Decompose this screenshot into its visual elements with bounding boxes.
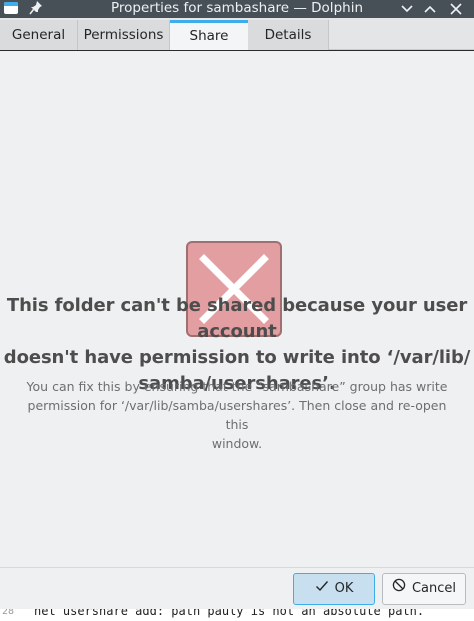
cancel-button[interactable]: Cancel: [382, 573, 466, 605]
chevron-down-icon: [401, 5, 413, 13]
close-icon: [450, 3, 462, 15]
share-tab-content: This folder can't be shared because your…: [0, 51, 474, 567]
terminal-output: net usershare add: path pauly is not an …: [34, 609, 425, 618]
tab-share[interactable]: Share: [170, 20, 248, 50]
tab-details[interactable]: Details: [248, 20, 329, 50]
tab-permissions[interactable]: Permissions: [78, 20, 170, 50]
tab-bar: General Permissions Share Details: [0, 18, 474, 50]
headline-line: doesn't have permission to write into ‘/…: [3, 347, 471, 368]
close-window-button[interactable]: [448, 1, 464, 17]
cancel-icon: [392, 574, 406, 604]
window-titlebar[interactable]: Properties for sambashare — Dolphin: [0, 0, 474, 18]
hint-line: window.: [211, 436, 263, 451]
headline-line: This folder can't be shared because your…: [6, 295, 468, 342]
hint-line: You can fix this by ensuring that the “s…: [26, 379, 448, 394]
hint-line: permission for ‘/var/lib/samba/usershare…: [27, 398, 447, 432]
terminal-line-number: 28: [2, 609, 15, 617]
ok-button-label: OK: [334, 581, 354, 596]
dialog-button-box: OK Cancel: [0, 567, 474, 609]
chevron-up-icon: [424, 5, 436, 13]
background-terminal: 28 net usershare add: path pauly is not …: [0, 609, 474, 621]
minimize-button[interactable]: [399, 1, 415, 17]
maximize-button[interactable]: [422, 1, 438, 17]
ok-button[interactable]: OK: [293, 573, 375, 605]
cancel-button-label: Cancel: [411, 581, 457, 596]
checkmark-icon: [315, 574, 329, 604]
tab-general[interactable]: General: [0, 20, 78, 50]
error-hint: You can fix this by ensuring that the “s…: [20, 377, 454, 453]
